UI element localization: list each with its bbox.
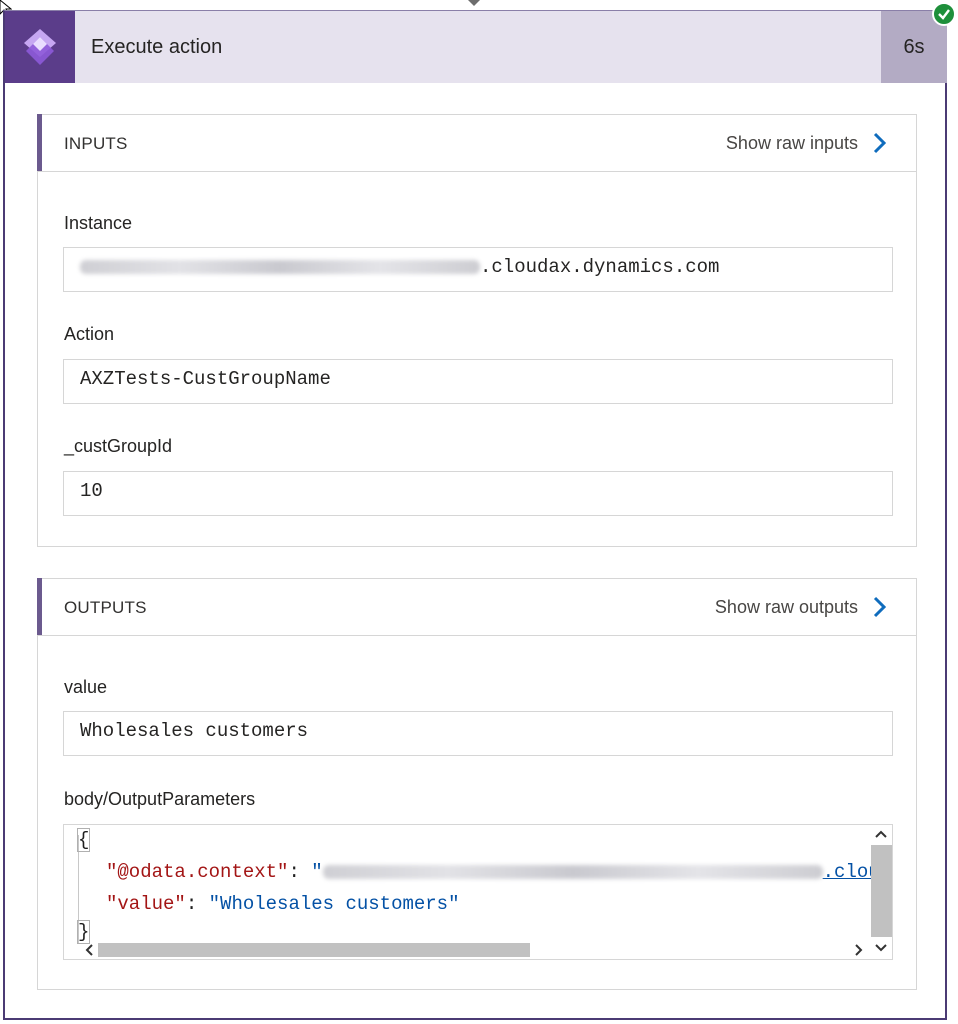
value-key: "value" [106,893,186,915]
code-line-1: { [76,828,91,852]
value-string: "Wholesales customers" [208,893,460,915]
output-parameters-label: body/OutputParameters [64,789,256,809]
inputs-header: INPUTS Show raw inputs [37,114,916,172]
horizontal-scrollbar[interactable] [64,941,872,959]
scroll-right-icon[interactable] [854,943,864,957]
open-brace: { [76,828,91,852]
quote: " [311,861,323,883]
code-line-2: "@odata.context": " .clou [106,861,880,883]
code-line-3: "value": "Wholesales customers" [106,893,459,915]
instance-label: Instance [64,213,133,233]
outputs-section: OUTPUTS Show raw outputs value Wholesale… [37,578,917,990]
horizontal-scroll-thumb[interactable] [98,943,530,957]
instance-field: .cloudax.dynamics.com [63,247,893,292]
value-label: value [64,677,108,697]
colon: : [288,861,312,883]
section-accent-bar [37,578,42,635]
show-raw-inputs-label: Show raw inputs [725,132,858,153]
success-check-icon [932,2,956,26]
scroll-left-icon[interactable] [84,943,94,957]
instance-domain: .cloudax.dynamics.com [480,256,720,278]
cust-group-id-label: _custGroupId [64,436,173,456]
power-apps-logo-icon [5,11,75,83]
inputs-title: INPUTS [64,134,128,153]
chevron-right-icon [873,132,886,154]
odata-context-url[interactable]: .clou [322,861,880,883]
vertical-scrollbar[interactable] [870,825,892,959]
connector-arrow-icon [468,0,480,6]
scroll-down-icon[interactable] [874,943,888,953]
output-parameters-editor[interactable]: { "@odata.context": " .clou "value": "Who… [63,824,893,960]
outputs-title: OUTPUTS [64,598,147,617]
redacted-text [80,259,480,274]
action-label: Action [64,324,115,344]
section-accent-bar [37,114,42,171]
outputs-header: OUTPUTS Show raw outputs [37,578,916,636]
scroll-up-icon[interactable] [874,829,888,839]
show-raw-outputs-label: Show raw outputs [714,596,858,617]
show-raw-outputs-link[interactable]: Show raw outputs [715,596,886,618]
inputs-section: INPUTS Show raw inputs Instance .cloudax… [37,114,917,547]
action-card: Execute action 6s INPUTS Show raw inputs… [3,10,947,1020]
colon: : [185,893,209,915]
cust-group-id-field: 10 [63,471,893,516]
code-line-4: } [76,920,91,944]
show-raw-inputs-link[interactable]: Show raw inputs [726,132,886,154]
action-title: Execute action [91,36,223,58]
redacted-url [322,864,823,879]
odata-context-key: "@odata.context" [106,861,289,883]
close-brace: } [76,920,91,944]
value-field: Wholesales customers [63,711,893,756]
chevron-right-icon [873,596,886,618]
vertical-scroll-thumb[interactable] [871,845,892,937]
action-field: AXZTests-CustGroupName [63,359,893,404]
action-header[interactable]: Execute action 6s [5,11,947,83]
